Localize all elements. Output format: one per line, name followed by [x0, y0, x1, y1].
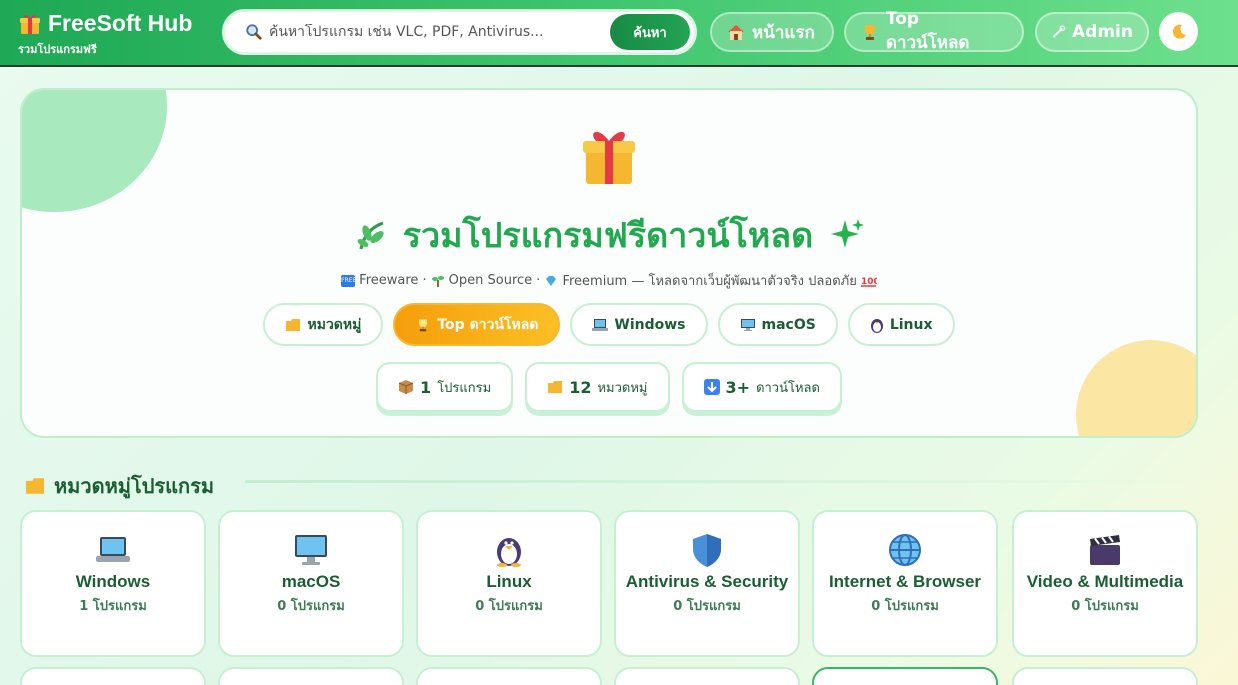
category-card[interactable]	[812, 667, 998, 685]
house-icon	[728, 25, 744, 40]
herb-icon	[357, 221, 384, 250]
chip-label: Linux	[889, 316, 933, 333]
brand[interactable]: FreeSoft Hub รวมโปรแกรมฟรี	[18, 10, 192, 58]
gift-icon	[20, 14, 40, 34]
category-card-internet[interactable]: Internet & Browser 0 โปรแกรม	[812, 510, 998, 657]
category-card-windows[interactable]: Windows 1 โปรแกรม	[20, 510, 206, 657]
hero-subtitle: FREE Freeware · Open Source · Freemium —…	[22, 270, 1196, 291]
desktop-icon	[295, 535, 327, 565]
category-count: 0 โปรแกรม	[1071, 599, 1139, 614]
search-icon	[246, 24, 262, 40]
hero-title: รวมโปรแกรมฟรีดาวน์โหลด	[22, 208, 1196, 262]
categories-title: หมวดหมู่โปรแกรม	[54, 474, 215, 498]
nav-top-label: Top ดาวน์โหลด	[885, 8, 970, 53]
hero-stats: 1 โปรแกรม 12 หมวดหมู่ 3+ ดาวน์โหลด	[22, 362, 1196, 412]
search-bar: ค้นหา	[222, 9, 697, 55]
category-card[interactable]	[614, 667, 800, 685]
globe-icon	[889, 534, 921, 566]
seedling-icon	[431, 275, 444, 287]
brand-title: FreeSoft Hub	[48, 10, 193, 36]
nav-top-downloads[interactable]: Top ดาวน์โหลด	[844, 9, 1024, 53]
stat-categories: 12 หมวดหมู่	[525, 362, 670, 412]
wrench-icon	[1052, 25, 1066, 38]
category-name: Video & Multimedia	[1026, 572, 1184, 591]
category-count: 0 โปรแกรม	[475, 599, 543, 614]
category-name: Internet & Browser	[828, 572, 982, 591]
stat-label: หมวดหมู่	[597, 380, 648, 396]
chip-label: Top ดาวน์โหลด	[437, 316, 539, 333]
clapper-icon	[1090, 535, 1120, 565]
stat-value: 1	[420, 377, 432, 397]
stat-label: ดาวน์โหลด	[756, 380, 820, 396]
category-count: 0 โปรแกรม	[673, 599, 741, 614]
nav-admin[interactable]: Admin	[1035, 12, 1149, 52]
penguin-icon	[870, 318, 883, 333]
category-count: 1 โปรแกรม	[79, 599, 147, 614]
search-button[interactable]: ค้นหา	[610, 14, 690, 50]
nav-home-label: หน้าแรก	[752, 22, 815, 43]
chip-macos[interactable]: macOS	[717, 303, 838, 346]
chip-categories[interactable]: หมวดหมู่	[263, 303, 384, 346]
sparkles-icon	[831, 219, 865, 248]
category-card[interactable]	[218, 667, 404, 685]
category-card[interactable]	[20, 667, 206, 685]
section-divider	[245, 480, 1198, 483]
chip-windows[interactable]: Windows	[570, 303, 708, 346]
hero-filter-chips: หมวดหมู่ Top ดาวน์โหลด Windows macOS Lin…	[22, 303, 1196, 346]
folder-icon	[548, 381, 563, 393]
nav-home[interactable]: หน้าแรก	[710, 12, 834, 52]
desktop-icon	[740, 318, 755, 331]
stat-value: 12	[569, 377, 592, 397]
laptop-icon	[592, 318, 609, 331]
stat-label: โปรแกรม	[437, 380, 492, 396]
chip-label: หมวดหมู่	[307, 316, 362, 333]
category-card-antivirus[interactable]: Antivirus & Security 0 โปรแกรม	[614, 510, 800, 657]
stat-value: 3+	[725, 377, 751, 397]
moon-icon	[1172, 24, 1186, 39]
free-badge-icon: FREE	[341, 274, 356, 287]
categories-heading: หมวดหมู่โปรแกรม	[24, 470, 214, 502]
trophy-icon	[419, 318, 428, 331]
category-card-macos[interactable]: macOS 0 โปรแกรม	[218, 510, 404, 657]
trophy-icon	[864, 25, 875, 40]
chip-linux[interactable]: Linux	[847, 303, 955, 346]
brand-subtitle: รวมโปรแกรมฟรี	[18, 43, 97, 56]
chip-label: macOS	[761, 316, 816, 333]
category-name: Antivirus & Security	[625, 572, 789, 591]
chip-top-downloads[interactable]: Top ดาวน์โหลด	[393, 303, 561, 346]
hero-sub-freemium: Freemium — โหลดจากเว็บผู้พัฒนาตัวจริง ปล…	[562, 274, 857, 289]
category-name: macOS	[281, 572, 341, 591]
top-header: FreeSoft Hub รวมโปรแกรมฟรี ค้นหา หน้าแรก…	[0, 0, 1238, 67]
shield-icon	[693, 534, 721, 567]
hero-sub-opensource: Open Source ·	[448, 273, 541, 288]
download-icon	[703, 379, 720, 395]
penguin-icon	[497, 538, 521, 567]
category-card[interactable]	[1012, 667, 1198, 685]
package-icon	[398, 380, 414, 394]
stat-downloads: 3+ ดาวน์โหลด	[681, 362, 842, 412]
folder-icon	[286, 318, 301, 331]
category-count: 0 โปรแกรม	[871, 599, 939, 614]
chip-label: Windows	[614, 316, 686, 333]
nav-admin-label: Admin	[1072, 22, 1133, 42]
hero-title-text: รวมโปรแกรมฟรีดาวน์โหลด	[402, 216, 814, 256]
gift-icon	[583, 131, 635, 184]
folder-icon	[26, 478, 44, 494]
gem-icon	[546, 275, 557, 286]
category-name: Windows	[75, 572, 151, 591]
hero-sub-freeware: Freeware ·	[359, 273, 427, 288]
category-card-video[interactable]: Video & Multimedia 0 โปรแกรม	[1012, 510, 1198, 657]
category-card[interactable]	[416, 667, 602, 685]
hero-section: รวมโปรแกรมฟรีดาวน์โหลด FREE Freeware · O…	[20, 88, 1198, 438]
category-name: Linux	[486, 572, 532, 591]
laptop-icon	[96, 537, 130, 562]
hundred-icon: 100	[860, 277, 877, 287]
theme-toggle-button[interactable]	[1159, 12, 1198, 51]
category-card-linux[interactable]: Linux 0 โปรแกรม	[416, 510, 602, 657]
category-count: 0 โปรแกรม	[277, 599, 345, 614]
search-input[interactable]	[269, 24, 610, 40]
stat-programs: 1 โปรแกรม	[376, 362, 514, 412]
decor-blob-green	[22, 90, 167, 212]
